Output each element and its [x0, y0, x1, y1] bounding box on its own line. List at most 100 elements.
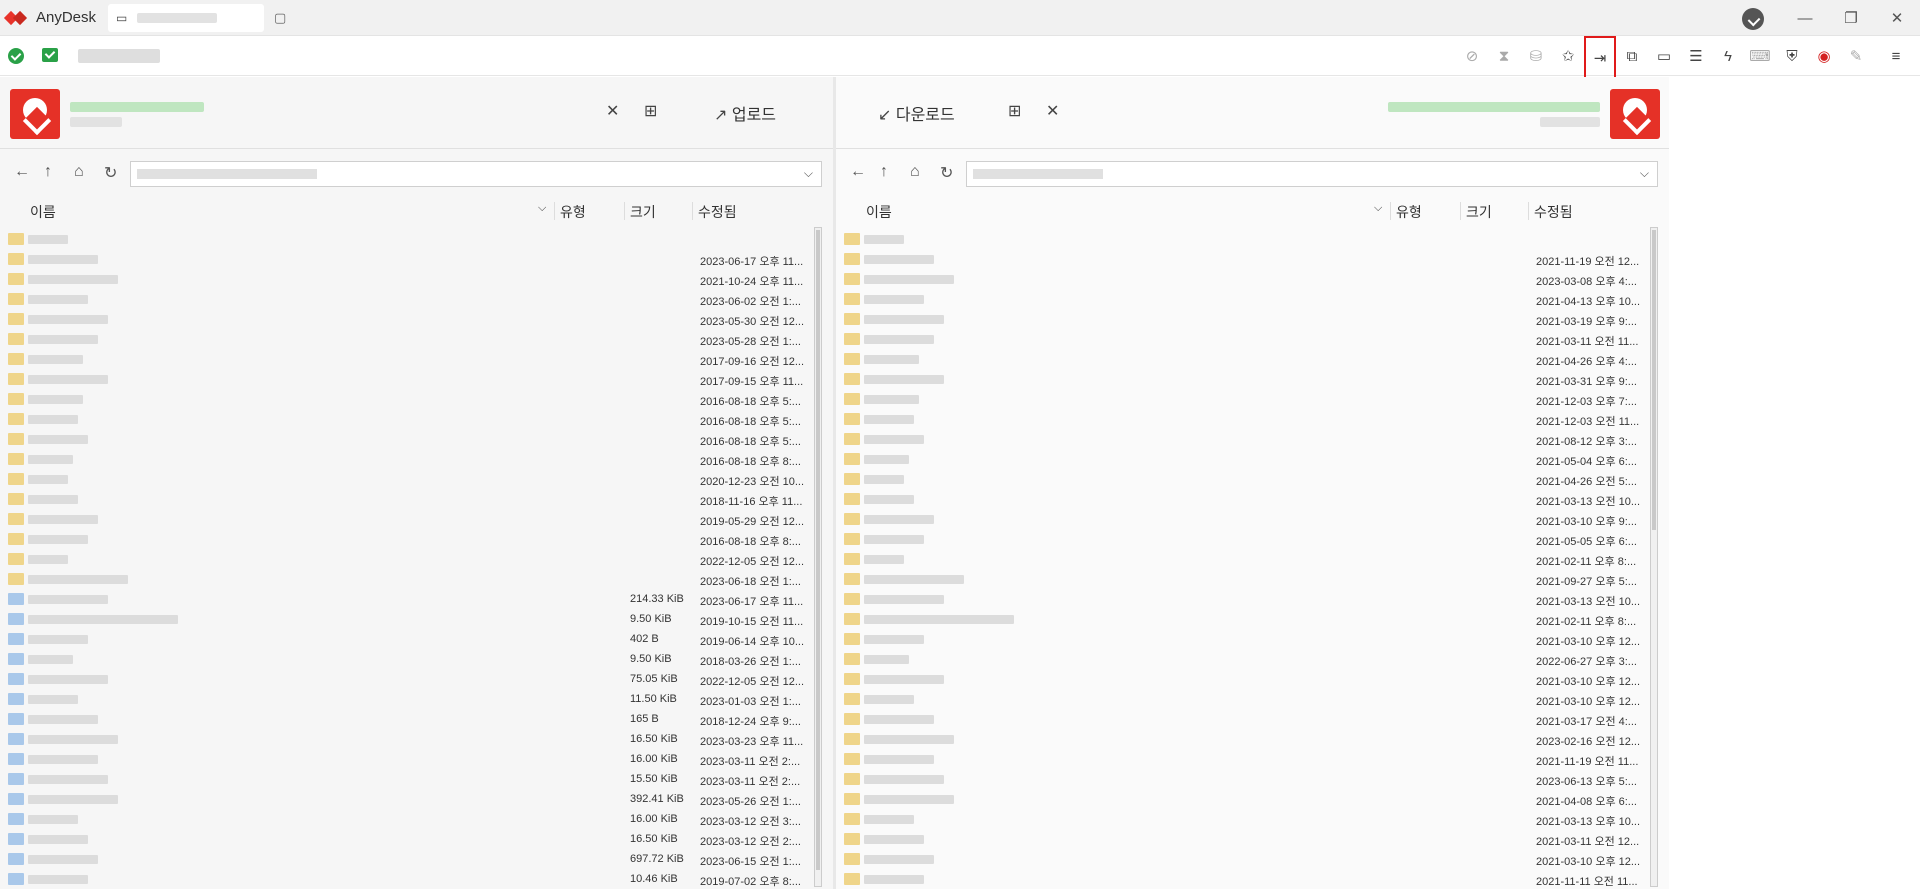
up-icon[interactable]: ↑: [44, 163, 52, 181]
file-row[interactable]: [836, 229, 1669, 249]
file-row[interactable]: 2021-03-11 오전 12...: [836, 829, 1669, 849]
col-modified[interactable]: 수정됨: [1534, 202, 1573, 222]
display-icon[interactable]: ▭: [1648, 40, 1680, 72]
keyboard-icon[interactable]: ⌨: [1744, 40, 1776, 72]
file-row[interactable]: 2021-11-11 오전 11...: [836, 869, 1669, 889]
file-row[interactable]: 9.50 KiB 2019-10-15 오전 11...: [0, 609, 833, 629]
file-row[interactable]: 2021-11-19 오전 11...: [836, 749, 1669, 769]
back-icon[interactable]: ←: [14, 163, 30, 181]
new-folder-icon[interactable]: ⊞: [1008, 101, 1021, 121]
profile-icon[interactable]: [1742, 8, 1764, 30]
file-row[interactable]: 2021-03-13 오전 10...: [836, 589, 1669, 609]
file-row[interactable]: 165 B 2018-12-24 오후 9:...: [0, 709, 833, 729]
file-row[interactable]: 15.50 KiB 2023-03-11 오전 2:...: [0, 769, 833, 789]
file-row[interactable]: 2016-08-18 오후 5:...: [0, 409, 833, 429]
file-row[interactable]: 2021-02-11 오후 8:...: [836, 549, 1669, 569]
file-row[interactable]: 2018-11-16 오후 11...: [0, 489, 833, 509]
upload-button[interactable]: ↗ 업로드: [714, 101, 776, 125]
file-row[interactable]: 2021-04-26 오후 4:...: [836, 349, 1669, 369]
file-row[interactable]: 2021-03-10 오후 12...: [836, 849, 1669, 869]
file-row[interactable]: 9.50 KiB 2018-03-26 오전 1:...: [0, 649, 833, 669]
col-type[interactable]: 유형: [560, 202, 586, 222]
file-row[interactable]: 214.33 KiB 2023-06-17 오후 11...: [0, 589, 833, 609]
file-row[interactable]: 2021-04-13 오후 10...: [836, 289, 1669, 309]
database-icon[interactable]: ⛁: [1520, 40, 1552, 72]
file-row[interactable]: 2020-12-23 오전 10...: [0, 469, 833, 489]
up-icon[interactable]: ↑: [880, 163, 888, 181]
hourglass-icon[interactable]: ⧗: [1488, 40, 1520, 72]
refresh-icon[interactable]: ↻: [104, 163, 117, 183]
file-row[interactable]: 2021-03-19 오후 9:...: [836, 309, 1669, 329]
col-size[interactable]: 크기: [1466, 202, 1492, 222]
close-window-button[interactable]: ✕: [1874, 9, 1920, 27]
file-row[interactable]: 2023-06-13 오후 5:...: [836, 769, 1669, 789]
col-name[interactable]: 이름: [866, 202, 892, 222]
local-scrollbar[interactable]: [814, 227, 822, 887]
file-row[interactable]: 2016-08-18 오후 5:...: [0, 389, 833, 409]
home-icon[interactable]: ⌂: [74, 163, 84, 181]
file-row[interactable]: 2021-08-12 오후 3:...: [836, 429, 1669, 449]
file-row[interactable]: 2023-05-28 오전 1:...: [0, 329, 833, 349]
file-row[interactable]: 2016-08-18 오후 5:...: [0, 429, 833, 449]
file-row[interactable]: 402 B 2019-06-14 오후 10...: [0, 629, 833, 649]
file-row[interactable]: 2021-03-10 오후 9:...: [836, 509, 1669, 529]
file-row[interactable]: 2016-08-18 오후 8:...: [0, 529, 833, 549]
download-button[interactable]: ↙ 다운로드: [878, 101, 955, 125]
remote-path-input[interactable]: ⌵: [966, 161, 1658, 187]
file-row[interactable]: 2021-10-24 오후 11...: [0, 269, 833, 289]
file-transfer-icon[interactable]: ⇥: [1584, 36, 1616, 80]
file-row[interactable]: 2023-05-30 오전 12...: [0, 309, 833, 329]
sort-chevron-icon[interactable]: ⌵: [538, 202, 546, 215]
file-row[interactable]: 2021-12-03 오후 7:...: [836, 389, 1669, 409]
file-row[interactable]: 2021-04-08 오후 6:...: [836, 789, 1669, 809]
file-row[interactable]: 16.00 KiB 2023-03-11 오전 2:...: [0, 749, 833, 769]
file-row[interactable]: 697.72 KiB 2023-06-15 오전 1:...: [0, 849, 833, 869]
col-type[interactable]: 유형: [1396, 202, 1422, 222]
file-row[interactable]: 2022-12-05 오전 12...: [0, 549, 833, 569]
file-row[interactable]: 75.05 KiB 2022-12-05 오전 12...: [0, 669, 833, 689]
file-row[interactable]: 2023-06-02 오전 1:...: [0, 289, 833, 309]
whiteboard-icon[interactable]: ✎: [1840, 40, 1872, 72]
permissions-icon[interactable]: ⛨: [1776, 40, 1808, 72]
restore-button[interactable]: ❐: [1828, 9, 1874, 27]
action-icon[interactable]: ϟ: [1712, 40, 1744, 72]
screenshot-icon[interactable]: ⧉: [1616, 40, 1648, 72]
file-row[interactable]: 392.41 KiB 2023-05-26 오전 1:...: [0, 789, 833, 809]
col-size[interactable]: 크기: [630, 202, 656, 222]
home-icon[interactable]: ⌂: [910, 163, 920, 181]
file-row[interactable]: [0, 229, 833, 249]
file-row[interactable]: 2021-04-26 오전 5:...: [836, 469, 1669, 489]
remote-scrollbar[interactable]: [1650, 227, 1658, 887]
star-icon[interactable]: ✩: [1552, 40, 1584, 72]
file-row[interactable]: 2021-05-04 오후 6:...: [836, 449, 1669, 469]
file-row[interactable]: 2022-06-27 오후 3:...: [836, 649, 1669, 669]
file-row[interactable]: 11.50 KiB 2023-01-03 오전 1:...: [0, 689, 833, 709]
close-icon[interactable]: ✕: [1046, 101, 1059, 121]
file-row[interactable]: 2023-03-08 오후 4:...: [836, 269, 1669, 289]
record-icon[interactable]: ◉: [1808, 40, 1840, 72]
file-row[interactable]: 16.00 KiB 2023-03-12 오전 3:...: [0, 809, 833, 829]
chevron-down-icon[interactable]: ⌵: [1640, 166, 1649, 181]
file-row[interactable]: 2016-08-18 오후 8:...: [0, 449, 833, 469]
file-row[interactable]: 2023-02-16 오전 12...: [836, 729, 1669, 749]
col-name[interactable]: 이름: [30, 202, 56, 222]
session-tab[interactable]: ▭: [108, 3, 265, 32]
file-row[interactable]: 2017-09-16 오전 12...: [0, 349, 833, 369]
file-row[interactable]: 2021-03-10 오후 12...: [836, 669, 1669, 689]
file-row[interactable]: 2021-11-19 오전 12...: [836, 249, 1669, 269]
file-row[interactable]: 2023-06-17 오후 11...: [0, 249, 833, 269]
file-row[interactable]: 2021-03-13 오후 10...: [836, 809, 1669, 829]
file-row[interactable]: 2021-03-10 오후 12...: [836, 629, 1669, 649]
new-tab-icon[interactable]: ▢: [274, 10, 286, 26]
back-icon[interactable]: ←: [850, 163, 866, 181]
sort-chevron-icon[interactable]: ⌵: [1374, 202, 1382, 215]
chevron-down-icon[interactable]: ⌵: [804, 166, 813, 181]
file-row[interactable]: 2021-05-05 오후 6:...: [836, 529, 1669, 549]
file-row[interactable]: 2021-03-10 오후 12...: [836, 689, 1669, 709]
file-row[interactable]: 2021-02-11 오후 8:...: [836, 609, 1669, 629]
local-path-input[interactable]: ⌵: [130, 161, 822, 187]
file-row[interactable]: 2021-12-03 오전 11...: [836, 409, 1669, 429]
file-row[interactable]: 2021-09-27 오후 5:...: [836, 569, 1669, 589]
refresh-icon[interactable]: ↻: [940, 163, 953, 183]
close-icon[interactable]: ✕: [606, 101, 619, 121]
